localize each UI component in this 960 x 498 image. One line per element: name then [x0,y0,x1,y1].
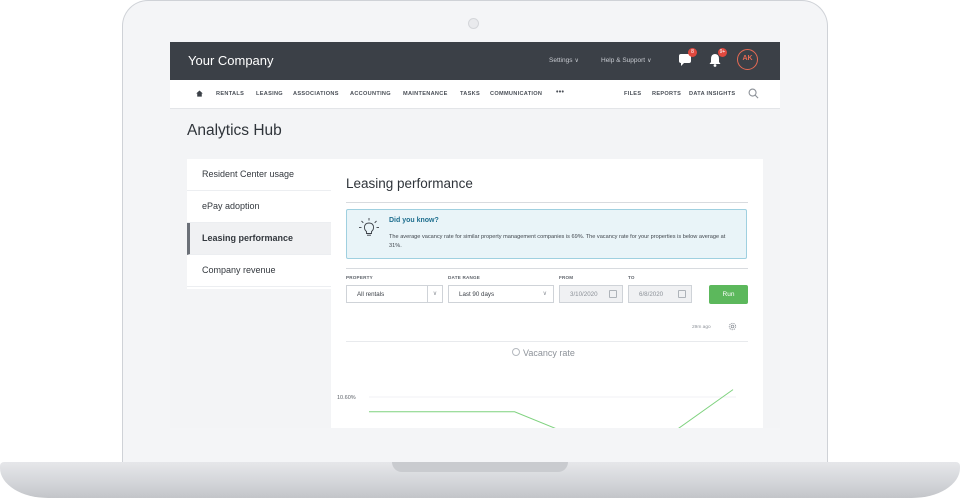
analytics-sidebar: Resident Center usage ePay adoption Leas… [187,159,331,289]
help-support-menu[interactable]: Help & Support ∨ [601,57,652,64]
company-brand[interactable]: Your Company [188,53,274,68]
camera-icon [468,18,479,29]
nav-associations[interactable]: ASSOCIATIONS [293,91,339,97]
search-icon[interactable] [748,88,759,99]
nav-reports[interactable]: REPORTS [652,91,681,97]
nav-communication[interactable]: COMMUNICATION [490,91,542,97]
nav-maintenance[interactable]: MAINTENANCE [403,91,448,97]
chat-button[interactable]: 8 [677,48,697,68]
app-screen: Your Company Settings ∨ Help & Support ∨ 8… [170,42,780,428]
chevron-down-icon: ∨ [574,58,579,64]
vacancy-rate-chart: 10.60%10.55% [337,389,736,428]
bell-badge: 9+ [718,48,727,57]
sidebar-item-epay-adoption[interactable]: ePay adoption [187,191,331,223]
notifications-button[interactable]: 9+ [707,48,727,68]
main-nav: RENTALS LEASING ASSOCIATIONS ACCOUNTING … [170,80,780,109]
home-icon[interactable] [196,90,203,97]
leasing-panel: Leasing performance Did you know? The av… [331,159,763,428]
top-bar: Your Company Settings ∨ Help & Support ∨ 8… [170,42,780,80]
sidebar-item-resident-center-usage[interactable]: Resident Center usage [187,159,331,191]
nav-tasks[interactable]: TASKS [460,91,480,97]
settings-menu[interactable]: Settings ∨ [549,57,579,64]
nav-files[interactable]: FILES [624,91,641,97]
sidebar-item-leasing-performance[interactable]: Leasing performance [187,223,331,255]
nav-more[interactable]: ••• [556,89,564,96]
page-title: Analytics Hub [187,122,282,139]
chat-badge: 8 [688,48,697,57]
settings-label: Settings [549,57,573,64]
series-line [369,389,734,428]
y-tick-label: 10.60% [337,395,356,401]
nav-rentals[interactable]: RENTALS [216,91,244,97]
nav-leasing[interactable]: LEASING [256,91,283,97]
nav-accounting[interactable]: ACCOUNTING [350,91,391,97]
sidebar-item-company-revenue[interactable]: Company revenue [187,255,331,287]
chevron-down-icon: ∨ [647,58,652,64]
user-avatar[interactable]: AK [737,49,758,70]
nav-data-insights[interactable]: DATA INSIGHTS [689,91,735,97]
help-label: Help & Support [601,57,646,64]
laptop-notch [392,462,568,472]
